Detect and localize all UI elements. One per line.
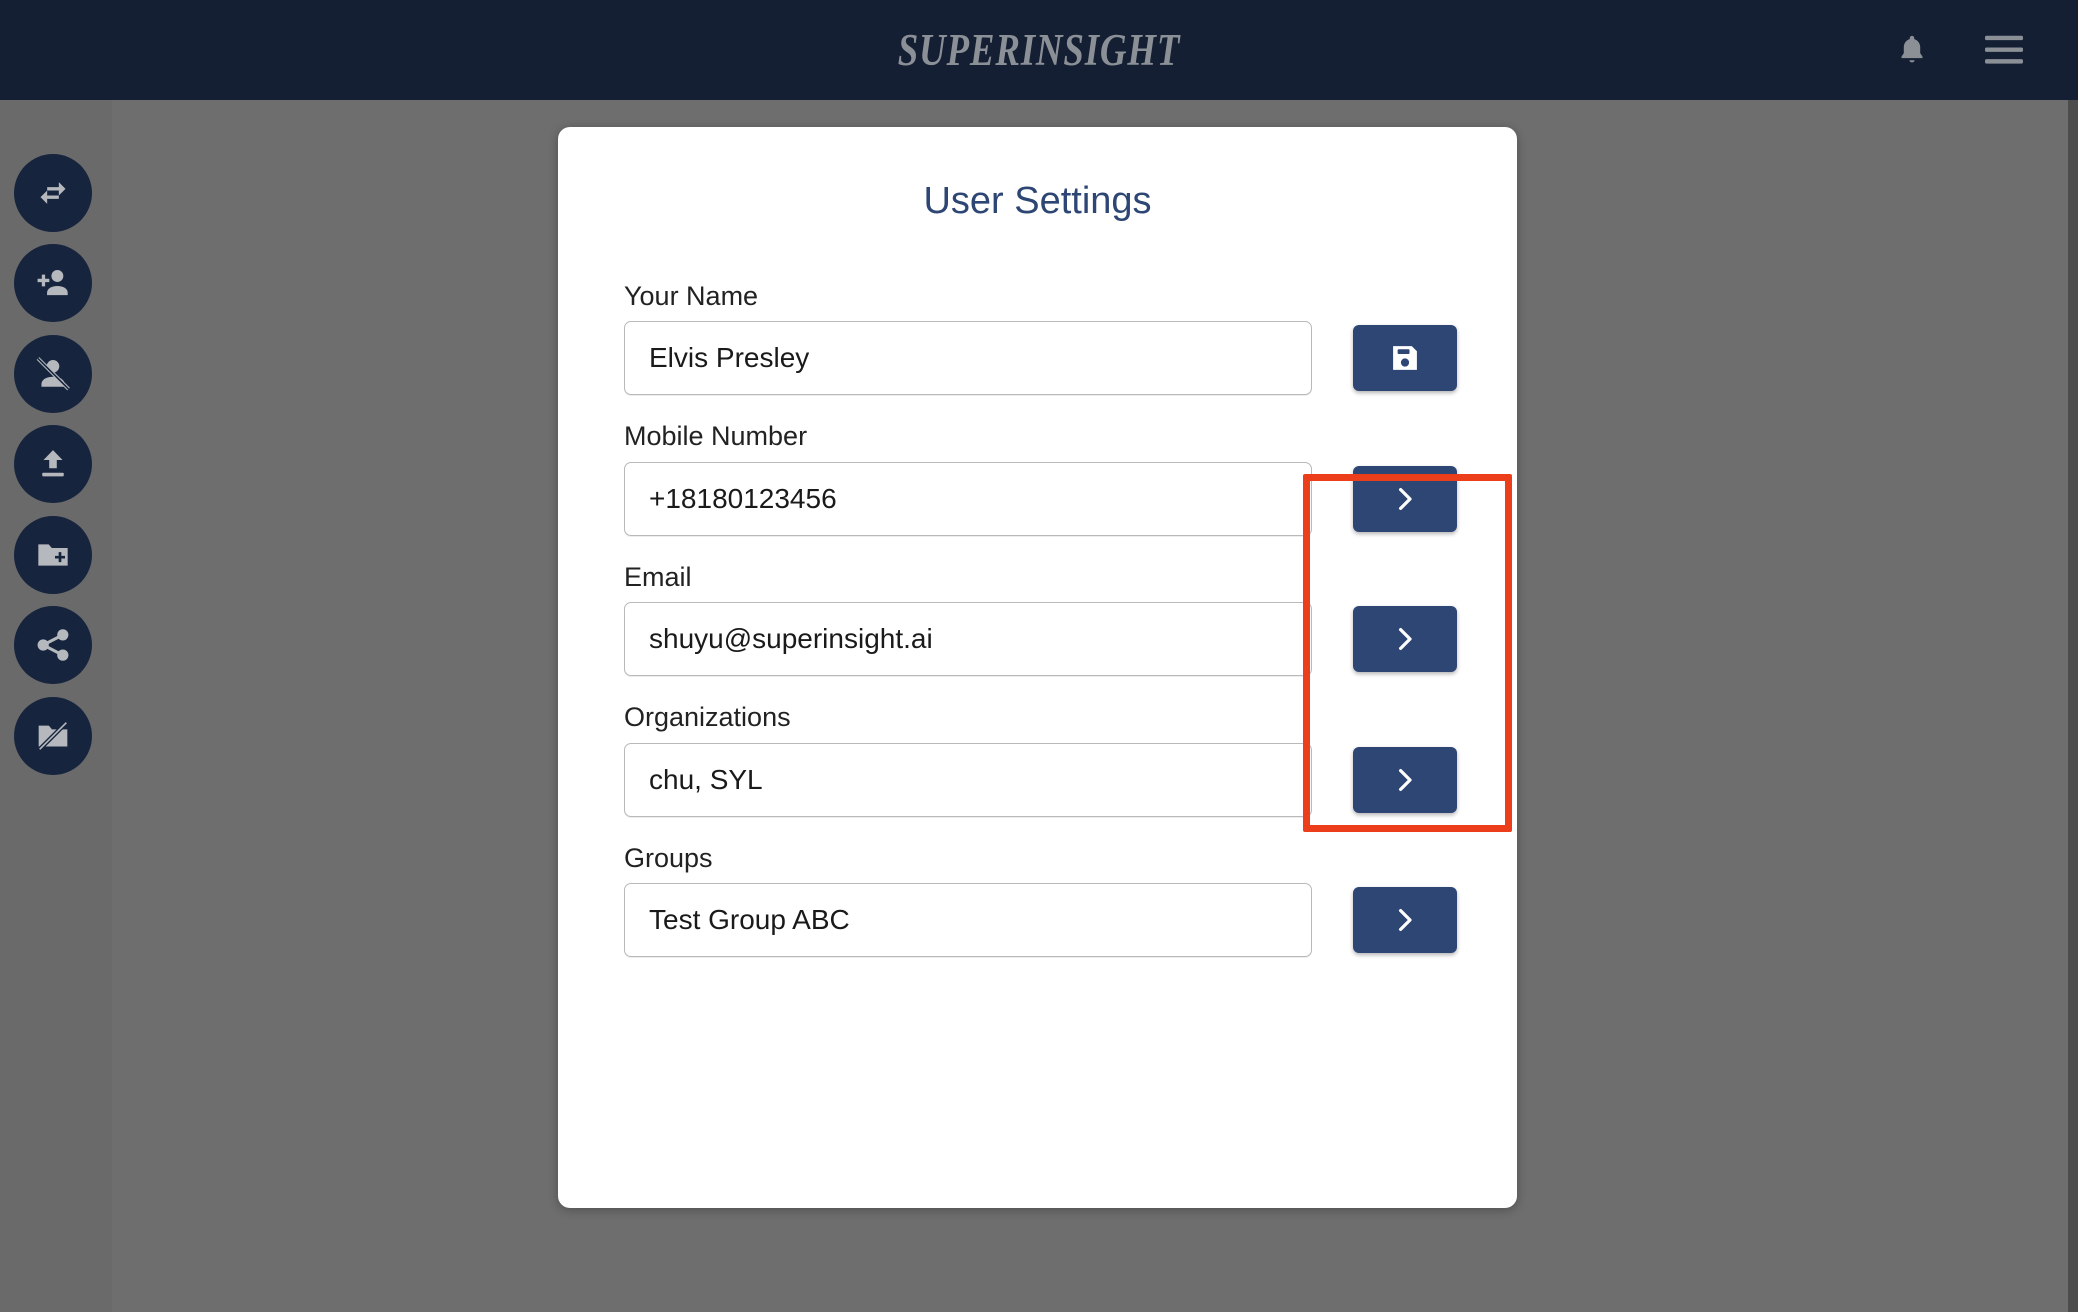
folder-add-icon — [33, 535, 73, 575]
field-label-your-name: Your Name — [624, 281, 759, 311]
chevron-right-icon — [1390, 905, 1420, 935]
your-name-input[interactable] — [624, 321, 1312, 396]
organizations-next-button[interactable] — [1353, 746, 1457, 813]
field-mobile-number: Mobile Number — [624, 420, 1457, 536]
bell-icon[interactable] — [1890, 28, 1934, 72]
left-sidebar — [0, 100, 112, 1312]
field-line-email — [624, 602, 1457, 677]
sidebar-item-unshare-folder[interactable] — [14, 697, 92, 775]
transfer-icon — [33, 173, 73, 213]
sidebar-item-remove-user[interactable] — [14, 335, 92, 413]
field-label-email: Email — [624, 561, 692, 592]
folder-off-icon — [33, 716, 73, 756]
sidebar-item-upload[interactable] — [14, 425, 92, 503]
chevron-right-icon — [1390, 624, 1420, 654]
field-organizations: Organizations — [624, 701, 1457, 817]
upload-icon — [34, 445, 72, 483]
field-your-name: Your Name — [624, 280, 1457, 396]
field-label-groups: Groups — [624, 842, 713, 873]
user-settings-form: Your Name Elvis Presley Mobile Number +1… — [558, 280, 1517, 957]
organizations-input[interactable] — [624, 742, 1312, 817]
top-header-bar: SUPERINSIGHT — [0, 0, 2078, 100]
header-actions — [1890, 28, 2026, 72]
page-title: User Settings — [923, 180, 1152, 222]
app-logo: SUPERINSIGHT — [897, 25, 1181, 75]
vertical-scrollbar[interactable] — [2068, 100, 2078, 1312]
field-line-groups — [624, 882, 1457, 957]
field-line-organizations — [624, 742, 1457, 817]
sidebar-item-add-user[interactable] — [14, 244, 92, 322]
sidebar-item-new-folder[interactable] — [14, 516, 92, 594]
share-icon — [34, 626, 72, 664]
save-name-button[interactable] — [1353, 325, 1457, 392]
user-settings-card: User Settings Your Name Elvis Presley Mo… — [558, 127, 1517, 1208]
field-email: Email — [624, 561, 1457, 677]
sidebar-item-share[interactable] — [14, 606, 92, 684]
person-add-icon — [32, 262, 74, 304]
groups-input[interactable] — [624, 882, 1312, 957]
hamburger-menu-icon[interactable] — [1982, 28, 2026, 72]
person-off-icon — [32, 353, 74, 395]
chevron-right-icon — [1390, 484, 1420, 514]
email-input[interactable] — [624, 602, 1312, 677]
field-groups: Groups — [624, 842, 1457, 957]
field-line-your-name — [624, 321, 1457, 396]
groups-next-button[interactable] — [1353, 886, 1457, 953]
field-label-mobile-number: Mobile Number — [624, 421, 808, 452]
chevron-right-icon — [1390, 765, 1420, 795]
field-line-mobile-number — [624, 461, 1457, 536]
mobile-number-next-button[interactable] — [1353, 465, 1457, 532]
app-root: SUPERINSIGHT User Settings Your Name Elv… — [0, 0, 2078, 1312]
field-label-organizations: Organizations — [624, 702, 791, 733]
email-next-button[interactable] — [1353, 606, 1457, 673]
sidebar-item-transfer[interactable] — [14, 154, 92, 232]
mobile-number-input[interactable] — [624, 461, 1312, 536]
main-content: User Settings Your Name Elvis Presley Mo… — [112, 100, 2078, 1312]
save-floppy-icon — [1388, 341, 1422, 375]
